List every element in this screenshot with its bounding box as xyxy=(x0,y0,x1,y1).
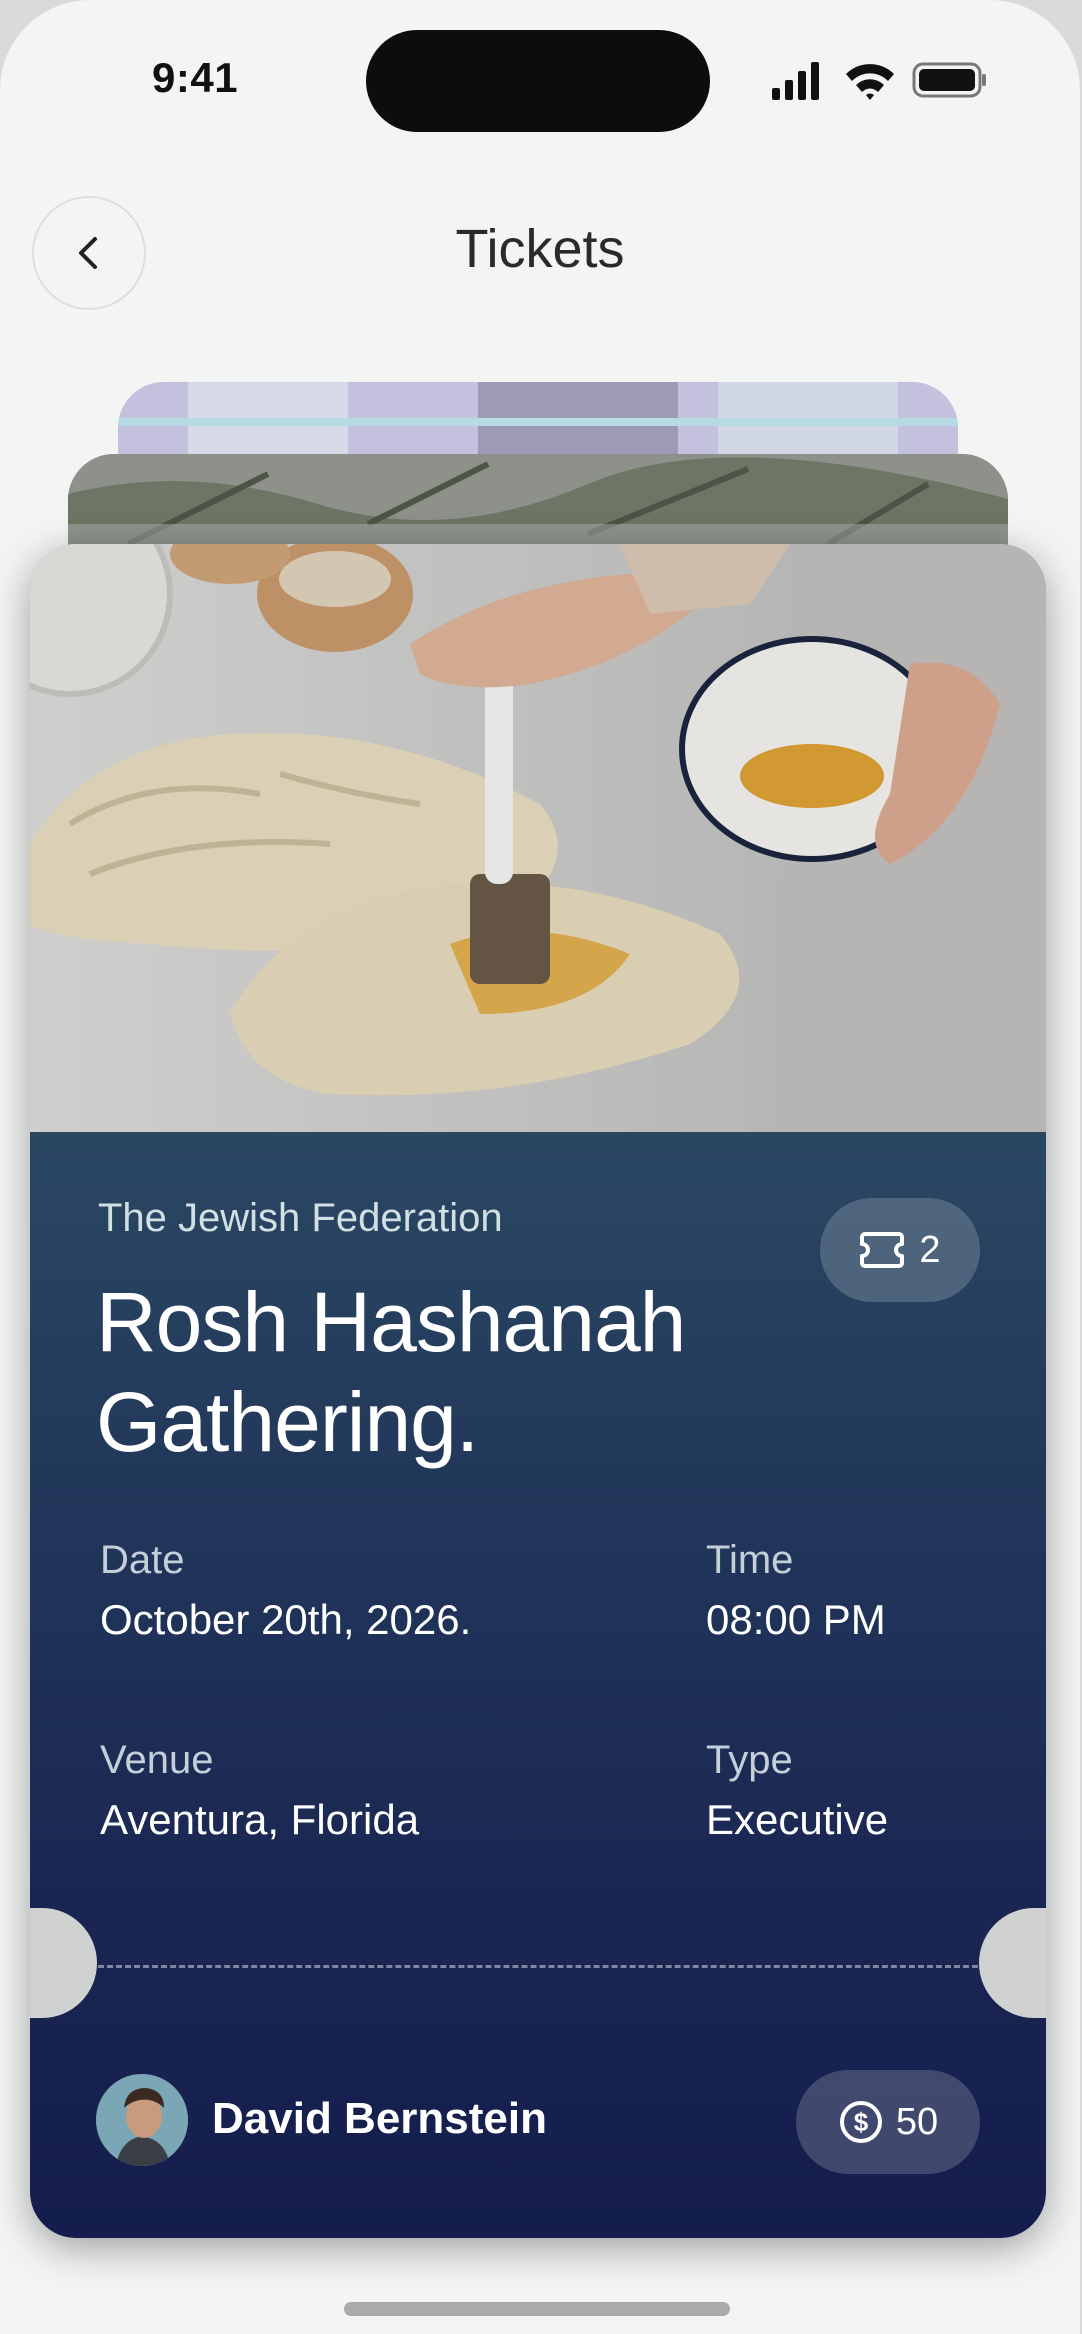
time-label: Time xyxy=(706,1538,794,1582)
ticket-quantity: 2 xyxy=(919,1228,941,1271)
ticket-card[interactable]: The Jewish Federation 2 Rosh Hashanah Ga… xyxy=(30,544,1046,2238)
venue-label: Venue xyxy=(100,1738,214,1782)
venue-value: Aventura, Florida xyxy=(100,1796,420,1843)
date-value: October 20th, 2026. xyxy=(100,1596,472,1643)
price-badge[interactable]: $ 50 xyxy=(796,2070,980,2174)
event-title-line-1: Rosh Hashanah xyxy=(96,1275,686,1369)
status-icons xyxy=(772,62,986,100)
status-time: 9:41 xyxy=(152,54,239,101)
home-indicator[interactable] xyxy=(344,2302,730,2316)
signal-icon xyxy=(772,62,819,100)
type-label: Type xyxy=(706,1738,793,1782)
dynamic-island xyxy=(366,30,710,132)
ticket-notch-right xyxy=(979,1908,1046,2018)
ticket-notch-left xyxy=(30,1908,97,2018)
avatar[interactable] xyxy=(96,2074,188,2166)
price-value: 50 xyxy=(895,2100,939,2143)
ticket-perforation xyxy=(98,1965,978,1968)
battery-icon xyxy=(912,62,986,98)
organizer-name: The Jewish Federation xyxy=(98,1196,503,1240)
event-photo xyxy=(30,544,1046,1132)
dollar-icon: $ xyxy=(839,2101,882,2143)
type-value: Executive xyxy=(706,1796,889,1843)
wifi-icon xyxy=(846,64,894,100)
avatar-image xyxy=(96,2074,188,2166)
ticket-quantity-badge[interactable]: 2 xyxy=(820,1198,980,1302)
ticket-holder-name: David Bernstein xyxy=(212,2094,547,2143)
phone-screen: 9:41 Tickets The Jewish Federation 2 Ros… xyxy=(0,0,1080,2334)
time-value: 08:00 PM xyxy=(706,1596,886,1643)
date-label: Date xyxy=(100,1538,185,1582)
ticket-icon xyxy=(860,1232,905,1268)
svg-text:$: $ xyxy=(854,2107,869,2137)
page-title: Tickets xyxy=(455,219,625,279)
event-title-line-2: Gathering. xyxy=(96,1375,479,1469)
